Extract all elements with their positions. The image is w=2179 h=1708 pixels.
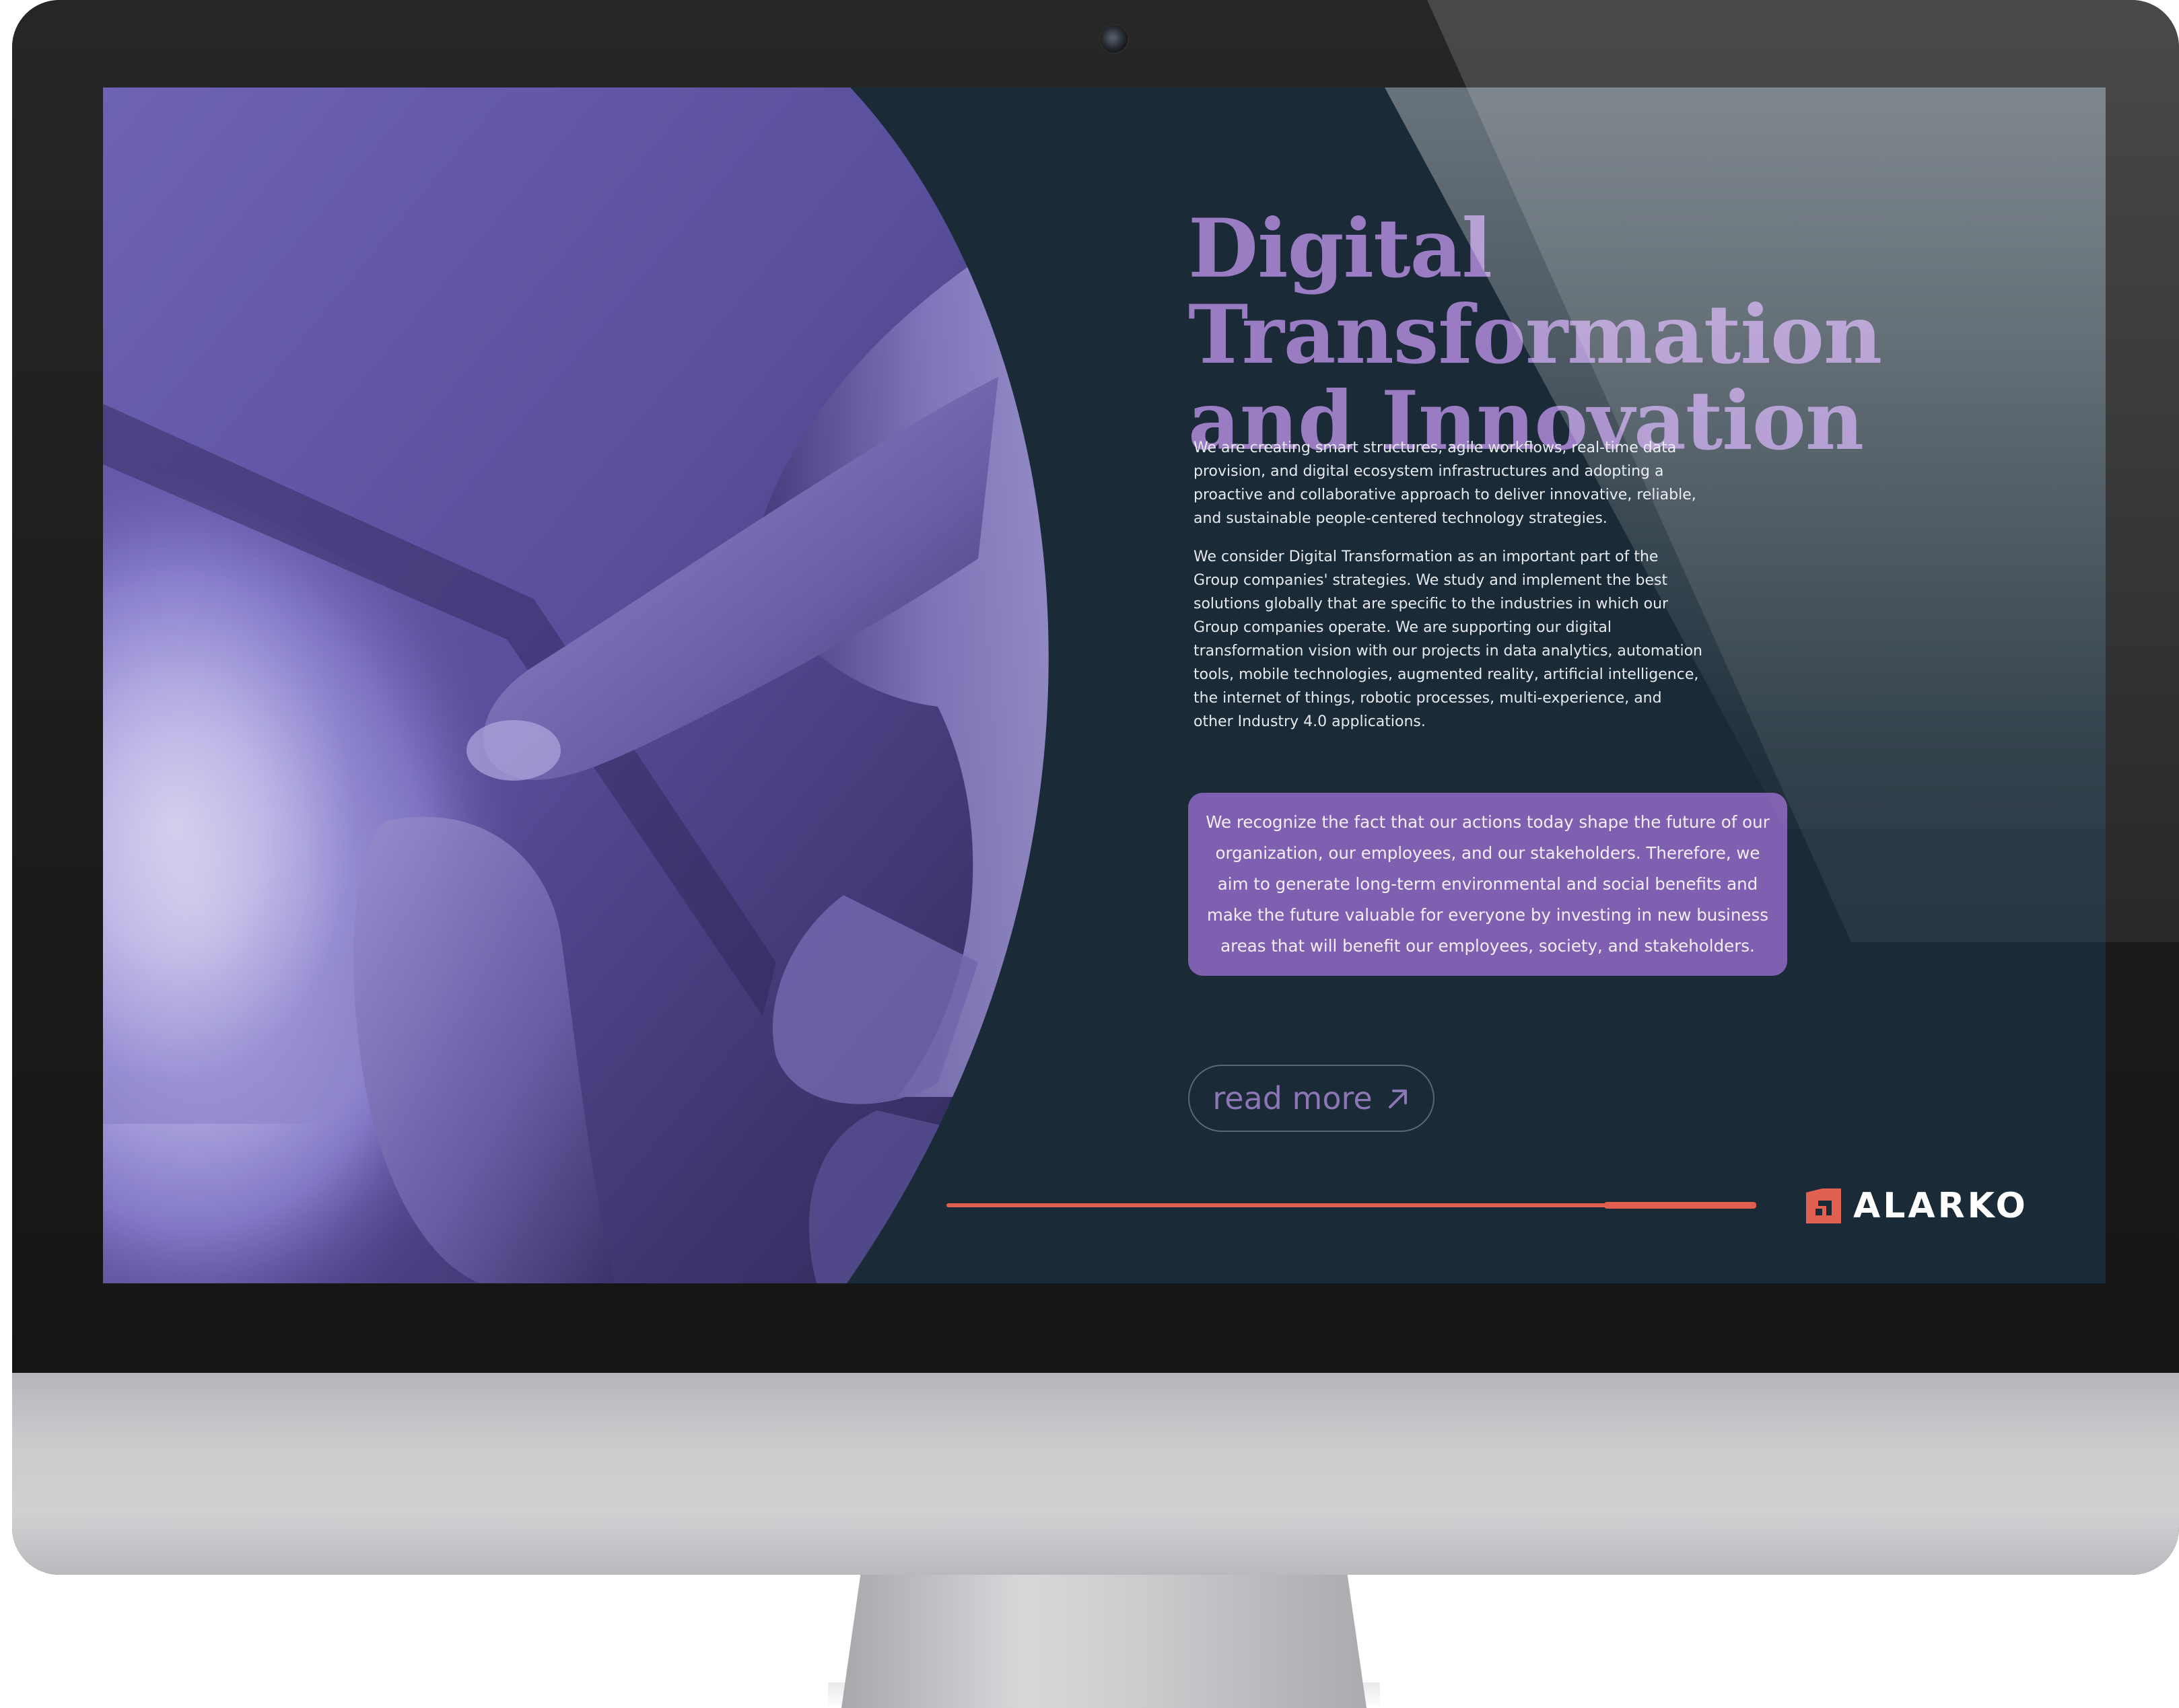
callout-text: We recognize the fact that our actions t… xyxy=(1206,812,1770,956)
strategy-paragraph: We consider Digital Transformation as an… xyxy=(1194,548,1702,730)
read-more-button[interactable]: read more xyxy=(1188,1065,1434,1132)
intro-paragraph: We are creating smart structures, agile … xyxy=(1194,439,1696,527)
alarko-logo-mark xyxy=(1806,1188,1841,1223)
website-screen: Digital Transformation and Innovation We… xyxy=(103,87,2106,1283)
monitor-chin xyxy=(12,1373,2179,1575)
slide-progress-indicator xyxy=(1604,1202,1756,1209)
page-title: Digital Transformation and Innovation xyxy=(1188,206,2090,464)
page-title-line-1: Digital Transformation xyxy=(1188,201,1882,382)
logo-text: ALARKO xyxy=(1853,1186,2028,1226)
brand-logo[interactable]: ALARKO xyxy=(1803,1184,2028,1227)
webcam-icon xyxy=(1101,26,1128,52)
monitor-stand xyxy=(841,1561,1367,1708)
arrow-up-right-icon xyxy=(1388,1090,1407,1108)
hand-touching-tablet-image xyxy=(103,87,1049,1283)
highlight-callout: We recognize the fact that our actions t… xyxy=(1188,793,1787,976)
read-more-label: read more xyxy=(1212,1080,1373,1116)
hero-photo xyxy=(103,87,1099,1283)
